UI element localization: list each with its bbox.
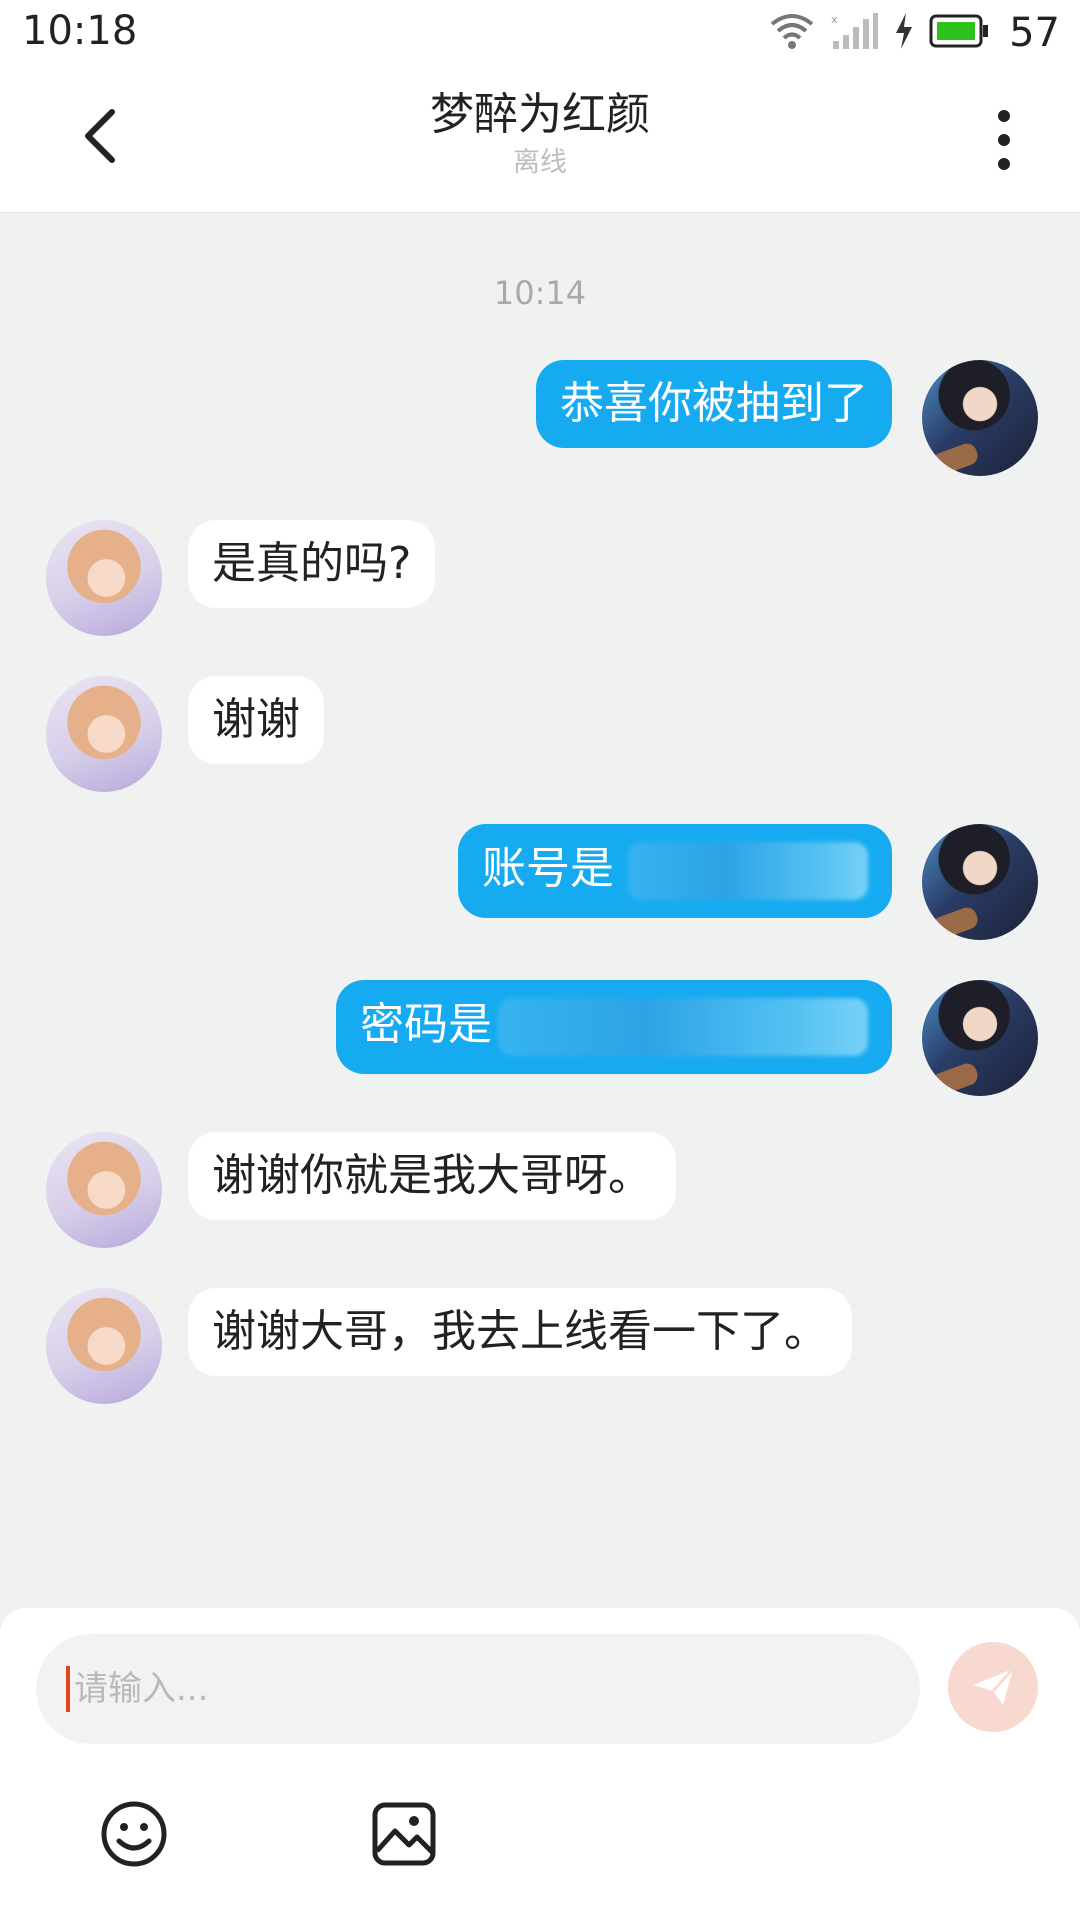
message-bubble[interactable]: 密码是	[336, 980, 892, 1074]
contact-status: 离线	[513, 147, 567, 178]
my-avatar[interactable]	[922, 824, 1038, 940]
message-outgoing: 密码是	[336, 980, 1038, 1096]
contact-name: 梦醉为红颜	[430, 89, 650, 140]
status-bar: 10:18 x 57	[0, 0, 1080, 66]
redacted-blur	[628, 842, 868, 900]
contact-avatar[interactable]	[46, 676, 162, 792]
more-dot	[998, 158, 1010, 170]
input-bar	[0, 1608, 1080, 1920]
contact-avatar[interactable]	[46, 1132, 162, 1248]
message-input[interactable]	[66, 1666, 856, 1712]
battery-level: 57	[1009, 10, 1060, 56]
send-icon	[973, 1667, 1015, 1705]
message-incoming: 谢谢	[46, 676, 324, 792]
message-input-wrapper[interactable]	[36, 1634, 920, 1744]
charging-icon	[893, 11, 915, 55]
title-block: 梦醉为红颜 离线	[0, 88, 1080, 182]
message-text: 账号是	[482, 843, 614, 894]
message-bubble[interactable]: 账号是	[458, 824, 892, 918]
emoji-icon	[101, 1801, 167, 1867]
chat-area[interactable]: 10:14 恭喜你被抽到了 是真的吗? 谢谢 账号是 密码是 谢谢你就是我大哥呀…	[0, 212, 1080, 1612]
my-avatar[interactable]	[922, 980, 1038, 1096]
wifi-icon	[769, 11, 815, 55]
redacted-blur	[498, 998, 868, 1056]
message-bubble[interactable]: 谢谢大哥，我去上线看一下了。	[188, 1288, 852, 1376]
my-avatar[interactable]	[922, 360, 1038, 476]
emoji-button[interactable]	[94, 1794, 174, 1874]
more-dot	[998, 134, 1010, 146]
message-timestamp: 10:14	[493, 274, 587, 312]
send-button[interactable]	[948, 1642, 1038, 1732]
more-options-button[interactable]	[984, 110, 1024, 170]
contact-avatar[interactable]	[46, 1288, 162, 1404]
message-incoming: 谢谢你就是我大哥呀。	[46, 1132, 676, 1248]
more-vertical-icon	[998, 110, 1010, 122]
battery-icon	[929, 13, 989, 53]
message-outgoing: 账号是	[458, 824, 1038, 940]
image-icon	[372, 1802, 436, 1866]
svg-text:x: x	[831, 13, 838, 26]
chat-header: 梦醉为红颜 离线	[0, 66, 1080, 213]
message-outgoing: 恭喜你被抽到了	[536, 360, 1038, 476]
status-icons: x 57	[769, 6, 1060, 60]
contact-avatar[interactable]	[46, 520, 162, 636]
message-incoming: 谢谢大哥，我去上线看一下了。	[46, 1288, 852, 1404]
message-incoming: 是真的吗?	[46, 520, 436, 636]
message-bubble[interactable]: 恭喜你被抽到了	[536, 360, 892, 448]
image-button[interactable]	[364, 1794, 444, 1874]
message-bubble[interactable]: 是真的吗?	[188, 520, 436, 608]
status-time: 10:18	[22, 8, 138, 54]
signal-icon: x	[829, 11, 879, 55]
message-text: 密码是	[360, 999, 492, 1050]
message-bubble[interactable]: 谢谢你就是我大哥呀。	[188, 1132, 676, 1220]
message-bubble[interactable]: 谢谢	[188, 676, 324, 764]
